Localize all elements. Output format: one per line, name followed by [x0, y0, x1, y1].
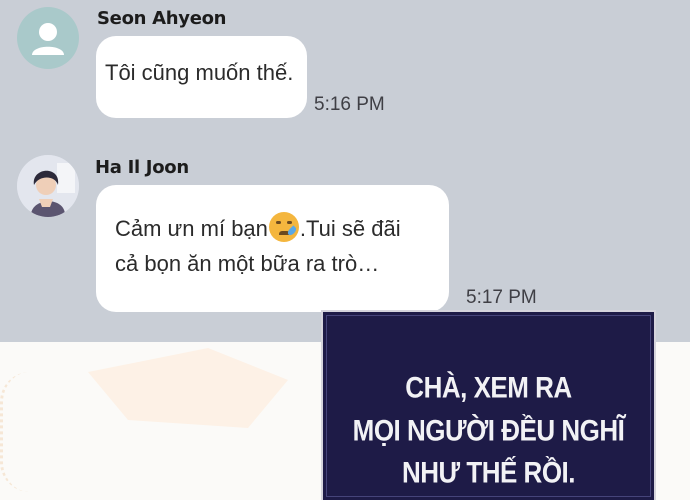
message-text-line: cả bọn ăn một bữa ra trò…	[115, 251, 380, 276]
message-bubble[interactable]: Tôi cũng muốn thế.	[96, 36, 307, 118]
avatar[interactable]	[17, 155, 79, 217]
chat-area: Seon Ahyeon Tôi cũng muốn thế. 5:16 PM H…	[0, 0, 690, 342]
message-text: Cảm ưn mí bạn	[115, 216, 268, 241]
message-text-line: Cảm ưn mí bạn .Tui sẽ đãi	[115, 211, 449, 246]
narration-text: MỌI NGƯỜI ĐỀU NGHĨ	[352, 412, 625, 448]
narration-box: CHÀ, XEM RA MỌI NGƯỜI ĐỀU NGHĨ NHƯ THẾ R…	[321, 310, 656, 500]
message-timestamp: 5:17 PM	[466, 287, 537, 308]
default-person-icon	[32, 23, 64, 55]
message-text: Tôi cũng muốn thế.	[105, 60, 294, 85]
sender-name: Seon Ahyeon	[97, 8, 227, 29]
avatar[interactable]	[17, 7, 79, 69]
message-timestamp: 5:16 PM	[314, 94, 385, 115]
message-text: .Tui sẽ đãi	[299, 216, 401, 241]
profile-photo	[17, 155, 79, 217]
crying-smiling-face-emoji-icon	[268, 212, 299, 242]
narration-text: NHƯ THẾ RỒI.	[401, 454, 576, 490]
sender-name: Ha Il Joon	[95, 157, 189, 178]
decorative-swirl	[0, 372, 60, 492]
decorative-shape	[88, 348, 288, 428]
message-bubble[interactable]: Cảm ưn mí bạn .Tui sẽ đãi cả bọn ăn một b…	[96, 185, 449, 312]
narration-text: CHÀ, XEM RA	[405, 369, 572, 405]
